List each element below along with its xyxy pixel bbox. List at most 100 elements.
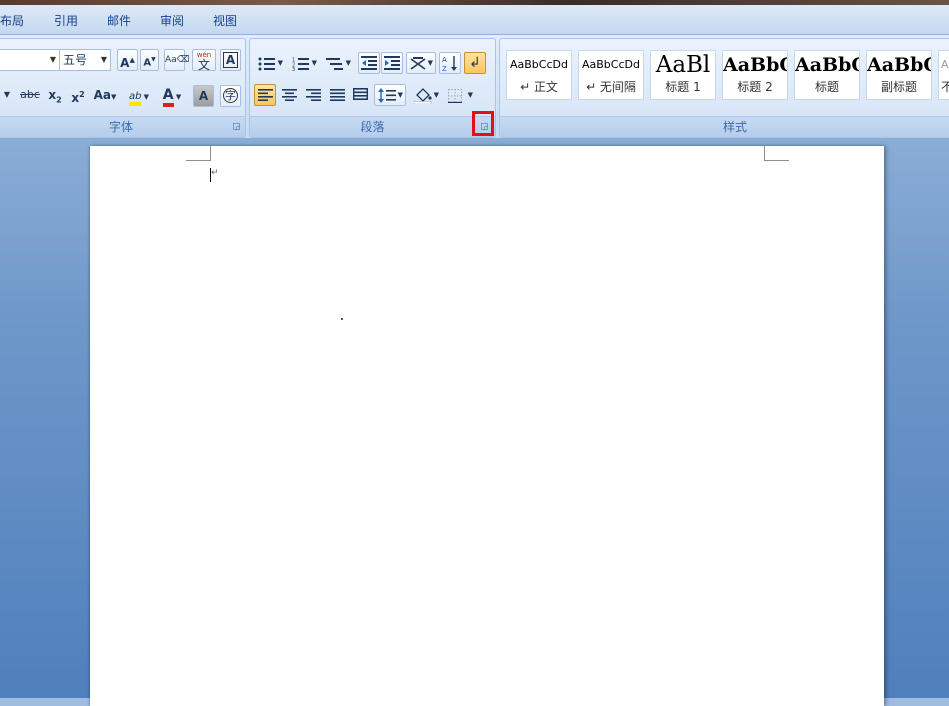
clear-format-button[interactable]: Aa⌫: [164, 49, 189, 71]
change-case-icon: Aa: [93, 88, 111, 102]
chevron-down-icon: ▼: [427, 59, 433, 67]
align-left-button[interactable]: [254, 84, 276, 106]
font-group-label: 字体: [0, 116, 245, 137]
chevron-down-icon: ▼: [433, 91, 439, 99]
enclose-char-icon: 字: [223, 88, 238, 103]
change-case-button[interactable]: Aa▼: [91, 84, 119, 106]
style-sample: AaBl: [655, 52, 711, 78]
chevron-down-icon: ▼: [49, 55, 56, 64]
svg-text:Z: Z: [442, 65, 447, 72]
style-name: 副标题: [880, 80, 917, 94]
style-sample: AaBbC: [723, 54, 787, 76]
align-center-button[interactable]: [278, 84, 300, 106]
bullets-button[interactable]: ▼: [254, 52, 286, 74]
shrink-font-icon: A: [143, 57, 152, 69]
strikethrough-button[interactable]: abc: [17, 84, 43, 106]
line-spacing-icon: [378, 88, 396, 103]
shrink-font-button[interactable]: A▼: [140, 49, 159, 71]
chevron-down-icon: ▼: [100, 55, 107, 64]
style-name: 标题: [814, 80, 839, 94]
style-heading-2[interactable]: AaBbC 标题 2: [722, 50, 788, 100]
margin-corner-top-right: [764, 146, 789, 161]
style-name: 标题 2: [737, 80, 773, 94]
bullet-list-icon: [258, 57, 275, 71]
chinese-layout-icon: [410, 57, 426, 70]
margin-corner-top-left: [186, 146, 211, 161]
style-name: 不: [941, 80, 949, 94]
multilevel-list-button[interactable]: ▼: [322, 52, 354, 74]
decrease-indent-icon: [361, 56, 377, 70]
chevron-down-icon[interactable]: ▼: [1, 84, 13, 106]
style-subtitle[interactable]: AaBbC 副标题: [866, 50, 932, 100]
tab-layout[interactable]: 布局: [0, 12, 24, 29]
font-color-icon: A: [162, 87, 174, 107]
tab-review[interactable]: 审阅: [160, 12, 184, 29]
borders-icon: [448, 89, 462, 103]
tab-mailings[interactable]: 邮件: [107, 12, 131, 29]
chevron-down-icon: ▼: [397, 91, 403, 99]
style-more[interactable]: A 不: [938, 50, 949, 100]
paint-bucket-icon: [414, 88, 432, 104]
superscript-icon: x: [71, 91, 80, 105]
sort-button[interactable]: A Z: [439, 52, 461, 74]
align-left-icon: [258, 89, 273, 101]
show-paragraph-marks-button[interactable]: ↲: [464, 52, 486, 74]
phonetic-guide-button[interactable]: wén 文: [192, 49, 216, 71]
chevron-down-icon: ▼: [345, 59, 351, 67]
svg-text:A: A: [442, 56, 447, 64]
svg-text:3: 3: [292, 67, 295, 71]
superscript-button[interactable]: x2: [68, 84, 88, 106]
highlight-button[interactable]: ab ▼: [123, 84, 155, 106]
ribbon-tab-bar: 布局 引用 邮件 审阅 视图: [0, 5, 949, 35]
style-sample: AaBbCcDd: [510, 58, 568, 71]
char-border-button[interactable]: A: [220, 49, 241, 71]
shading-button[interactable]: ▼: [410, 84, 442, 106]
dot-mark: [341, 318, 343, 320]
chevron-down-icon: ▼: [277, 59, 283, 67]
highlight-box: [472, 111, 494, 136]
char-border-icon: A: [222, 52, 239, 68]
borders-button[interactable]: ▼: [444, 84, 476, 106]
strikethrough-icon: abc: [20, 88, 40, 101]
paragraph-mark-icon: ↵: [211, 168, 219, 178]
paragraph-mark-icon: ↲: [469, 55, 481, 71]
styles-group: AaBbCcDd ↵ 正文 AaBbCcDd ↵ 无间隔 AaBl 标题 1 A…: [499, 38, 949, 138]
numbering-button[interactable]: 1 2 3 ▼: [288, 52, 320, 74]
justify-button[interactable]: [326, 84, 348, 106]
distributed-button[interactable]: [349, 84, 371, 106]
font-color-button[interactable]: A ▼: [157, 84, 187, 107]
style-sample: AaBbCcDd: [582, 58, 640, 71]
tab-view[interactable]: 视图: [213, 12, 237, 29]
justify-icon: [330, 89, 345, 101]
char-shading-button[interactable]: A: [193, 85, 214, 107]
font-size-combo[interactable]: 五号 ▼: [59, 49, 111, 71]
multilevel-list-icon: [326, 58, 343, 70]
chevron-down-icon: ▼: [311, 59, 317, 67]
grow-font-button[interactable]: A▲: [117, 49, 138, 71]
enclose-char-button[interactable]: 字: [220, 85, 241, 107]
line-spacing-button[interactable]: ▼: [374, 84, 406, 106]
subscript-icon: x: [48, 88, 57, 102]
increase-indent-button[interactable]: [381, 52, 403, 74]
style-no-spacing[interactable]: AaBbCcDd ↵ 无间隔: [578, 50, 644, 100]
style-name: ↵ 正文: [520, 80, 558, 94]
style-heading-1[interactable]: AaBl 标题 1: [650, 50, 716, 100]
sort-icon: A Z: [442, 56, 457, 72]
subscript-button[interactable]: x2: [45, 84, 65, 106]
font-dialog-launcher-icon[interactable]: ◲: [231, 122, 242, 133]
decrease-indent-button[interactable]: [358, 52, 380, 74]
style-name: ↵ 无间隔: [586, 80, 636, 94]
chinese-layout-button[interactable]: ▼: [406, 52, 436, 74]
tab-references[interactable]: 引用: [54, 12, 78, 29]
font-name-combo[interactable]: ▼: [0, 49, 60, 71]
align-right-button[interactable]: [302, 84, 324, 106]
style-sample: AaBbC: [795, 54, 859, 76]
style-normal[interactable]: AaBbCcDd ↵ 正文: [506, 50, 572, 100]
document-page[interactable]: ↵: [90, 146, 884, 706]
style-name: 标题 1: [665, 80, 701, 94]
font-size-value: 五号: [63, 53, 88, 67]
style-title[interactable]: AaBbC 标题: [794, 50, 860, 100]
document-area: ↵: [0, 138, 949, 706]
paragraph-group: ▼ 1 2 3 ▼ ▼ ▼ A Z ↲ ▼ ▼ ▼ 段落 ◲: [249, 38, 496, 138]
font-group: ▼ 五号 ▼ A▲ A▼ Aa⌫ wén 文 A ▼ abc x2 x2 Aa▼…: [0, 38, 246, 138]
